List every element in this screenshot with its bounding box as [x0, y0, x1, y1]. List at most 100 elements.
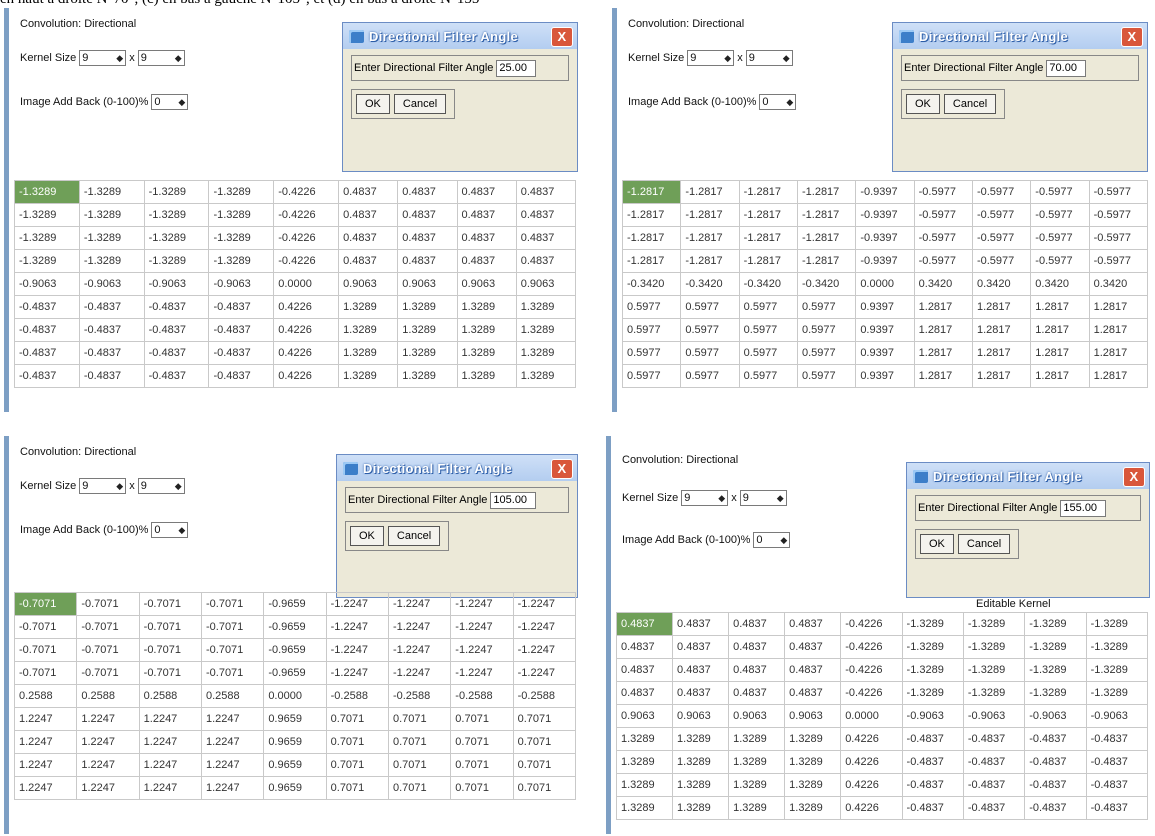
kernel-cell[interactable]: 0.0000 — [855, 272, 915, 296]
kernel-cell[interactable]: -0.4837 — [143, 318, 210, 342]
kernel-cell[interactable]: -0.9659 — [263, 661, 327, 685]
kernel-cell[interactable]: -0.4226 — [273, 203, 340, 227]
kernel-cell[interactable]: 1.3289 — [728, 727, 786, 751]
kernel-cell[interactable]: 0.9063 — [728, 704, 786, 728]
kernel-cell[interactable]: -0.5977 — [913, 249, 973, 273]
kernel-cell[interactable]: 0.5977 — [680, 318, 740, 342]
kernel-cell[interactable]: -1.3289 — [143, 203, 210, 227]
kernel-cell[interactable]: -0.4837 — [14, 364, 80, 388]
kernel-cell[interactable]: 0.5977 — [738, 364, 798, 388]
kernel-cell[interactable]: -0.7071 — [13, 661, 78, 685]
kernel-cell[interactable]: -0.7071 — [13, 592, 78, 616]
kernel-cell[interactable]: -1.3289 — [208, 203, 275, 227]
kernel-cell[interactable]: 0.7071 — [450, 776, 514, 800]
kernel-cell[interactable]: 0.3420 — [913, 272, 973, 296]
kernel-cell[interactable]: -0.7071 — [138, 615, 202, 639]
kernel-cell[interactable]: 1.3289 — [456, 295, 517, 319]
kernel-cell[interactable]: -1.2817 — [680, 226, 740, 250]
kernel-cell[interactable]: 0.4837 — [397, 180, 458, 204]
kernel-cell[interactable]: -1.2817 — [796, 249, 857, 273]
kernel-cell[interactable]: 0.4837 — [672, 658, 730, 682]
kernel-cell[interactable]: 1.3289 — [784, 727, 842, 751]
kernel-cell[interactable]: -1.3289 — [901, 635, 964, 659]
kernel-cell[interactable]: 0.2588 — [76, 684, 140, 708]
kernel-width-spinner[interactable]: 9 ◆ — [79, 50, 127, 66]
kernel-cell[interactable]: -0.5977 — [971, 180, 1032, 204]
kernel-cell[interactable]: 1.3289 — [615, 727, 674, 751]
kernel-cell[interactable]: 1.3289 — [615, 750, 674, 774]
kernel-cell[interactable]: -0.9397 — [855, 226, 915, 250]
kernel-cell[interactable]: -0.9063 — [962, 704, 1026, 728]
kernel-cell[interactable]: 0.4837 — [784, 658, 842, 682]
angle-input[interactable]: 25.00 — [496, 59, 537, 77]
kernel-cell[interactable]: 1.2247 — [13, 730, 78, 754]
dialog-titlebar[interactable]: Directional Filter Angle X — [893, 23, 1147, 49]
kernel-cell[interactable]: 0.2588 — [200, 684, 265, 708]
kernel-cell[interactable]: 0.5977 — [680, 364, 740, 388]
kernel-cell[interactable]: 0.4837 — [456, 180, 517, 204]
kernel-cell[interactable]: -0.4837 — [143, 341, 210, 365]
kernel-cell[interactable]: 1.3289 — [515, 364, 577, 388]
kernel-cell[interactable]: -0.7071 — [13, 615, 78, 639]
close-button[interactable]: X — [1121, 27, 1143, 47]
kernel-cell[interactable]: -0.4837 — [962, 727, 1026, 751]
kernel-cell[interactable]: -1.3289 — [208, 249, 275, 273]
kernel-cell[interactable]: -0.4837 — [901, 796, 964, 820]
kernel-cell[interactable]: -0.9397 — [855, 203, 915, 227]
kernel-cell[interactable]: -1.3289 — [208, 180, 275, 204]
kernel-cell[interactable]: -0.4226 — [273, 249, 340, 273]
kernel-cell[interactable]: -0.7071 — [200, 661, 265, 685]
kernel-cell[interactable]: 1.3289 — [784, 750, 842, 774]
kernel-cell[interactable]: 0.4837 — [397, 226, 458, 250]
kernel-cell[interactable]: -1.2247 — [450, 615, 514, 639]
kernel-cell[interactable]: -0.9063 — [1085, 704, 1149, 728]
kernel-cell[interactable]: -0.4837 — [901, 727, 964, 751]
kernel-cell[interactable]: 0.5977 — [796, 364, 857, 388]
kernel-cell[interactable]: 0.4837 — [615, 612, 674, 636]
kernel-cell[interactable]: 0.7071 — [450, 753, 514, 777]
kernel-cell[interactable]: -0.9659 — [263, 592, 327, 616]
kernel-cell[interactable]: -0.5977 — [1088, 249, 1149, 273]
kernel-cell[interactable]: 0.4226 — [273, 341, 340, 365]
spin-arrows-icon[interactable]: ◆ — [175, 54, 182, 63]
kernel-cell[interactable]: 1.3289 — [456, 341, 517, 365]
kernel-cell[interactable]: -1.2247 — [325, 592, 389, 616]
kernel-height-spinner[interactable]: 9 ◆ — [745, 50, 793, 66]
kernel-cell[interactable]: -0.7071 — [13, 638, 78, 662]
kernel-cell[interactable]: -1.3289 — [962, 658, 1026, 682]
kernel-cell[interactable]: 1.2247 — [13, 753, 78, 777]
kernel-cell[interactable]: -0.7071 — [138, 638, 202, 662]
kernel-cell[interactable]: -0.4837 — [901, 750, 964, 774]
kernel-height-spinner[interactable]: 9 ◆ — [739, 490, 787, 506]
kernel-cell[interactable]: 0.7071 — [387, 730, 452, 754]
kernel-cell[interactable]: 1.2817 — [1030, 341, 1090, 365]
kernel-cell[interactable]: -0.9063 — [78, 272, 145, 296]
kernel-cell[interactable]: -1.2817 — [738, 249, 798, 273]
kernel-cell[interactable]: -1.3289 — [14, 226, 80, 250]
kernel-cell[interactable]: 0.9659 — [263, 776, 327, 800]
kernel-cell[interactable]: -0.7071 — [76, 661, 140, 685]
kernel-cell[interactable]: 1.2247 — [200, 776, 265, 800]
kernel-cell[interactable]: -1.3289 — [962, 681, 1026, 705]
kernel-cell[interactable]: -0.4837 — [1085, 727, 1149, 751]
kernel-cell[interactable]: 1.2247 — [76, 707, 140, 731]
kernel-cell[interactable]: 1.2247 — [138, 776, 202, 800]
kernel-cell[interactable]: -0.5977 — [971, 249, 1032, 273]
kernel-cell[interactable]: 0.3420 — [1030, 272, 1090, 296]
ok-button[interactable]: OK — [356, 94, 390, 114]
kernel-cell[interactable]: 1.3289 — [615, 773, 674, 797]
kernel-cell[interactable]: 0.3420 — [1088, 272, 1149, 296]
kernel-cell[interactable]: 0.5977 — [738, 318, 798, 342]
kernel-cell[interactable]: 0.5977 — [738, 295, 798, 319]
kernel-width-spinner[interactable]: 9 ◆ — [687, 50, 735, 66]
kernel-cell[interactable]: -1.2247 — [512, 615, 577, 639]
kernel-cell[interactable]: -0.4837 — [962, 750, 1026, 774]
kernel-cell[interactable]: 0.7071 — [450, 730, 514, 754]
kernel-cell[interactable]: 1.3289 — [672, 750, 730, 774]
kernel-cell[interactable]: -1.2247 — [512, 638, 577, 662]
kernel-cell[interactable]: 1.3289 — [672, 727, 730, 751]
kernel-cell[interactable]: -0.5977 — [1088, 226, 1149, 250]
kernel-cell[interactable]: 1.3289 — [515, 318, 577, 342]
kernel-cell[interactable]: -1.3289 — [1024, 681, 1087, 705]
kernel-cell[interactable]: 0.4226 — [840, 796, 903, 820]
